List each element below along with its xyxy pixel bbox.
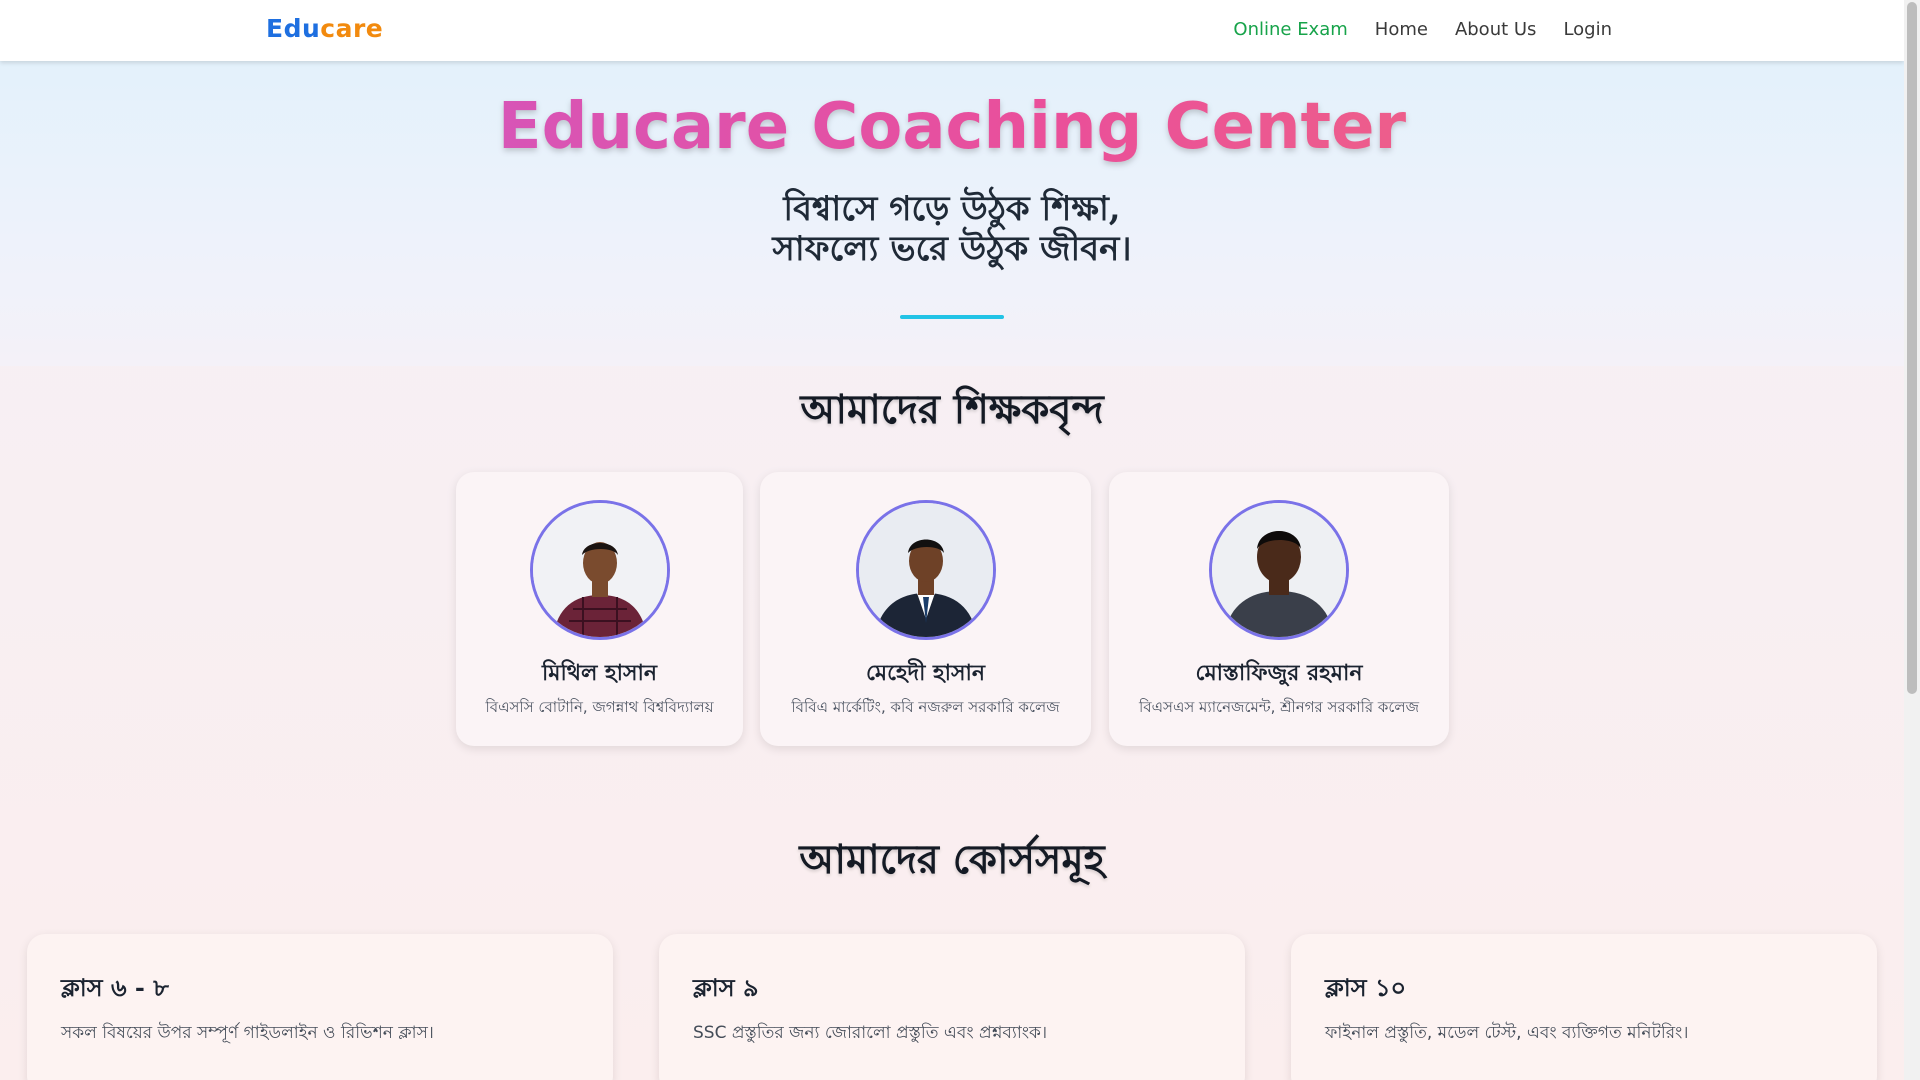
- course-desc: সকল বিষয়ের উপর সম্পূর্ণ গাইডলাইন ও রিভি…: [61, 1023, 434, 1043]
- teacher-photo-icon: [858, 503, 993, 637]
- nav-link-about-us[interactable]: About Us: [1455, 19, 1537, 40]
- nav-links: Online Exam Home About Us Login: [1233, 19, 1612, 40]
- courses-heading: আমাদের কোর্সসমূহ: [799, 836, 1105, 883]
- course-desc: ফাইনাল প্রস্তুতি, মডেল টেস্ট, এবং ব্যক্ত…: [1325, 1023, 1689, 1043]
- teacher-card: মোস্তাফিজুর রহমান বিএসএস ম্যানেজমেন্ট, শ…: [1109, 472, 1449, 746]
- course-title: ক্লাস ১০: [1325, 973, 1407, 1002]
- vertical-scrollbar[interactable]: [1904, 0, 1920, 1080]
- tagline-line-2: সাফল্যে ভরে উঠুক জীবন।: [772, 229, 1132, 269]
- course-card[interactable]: ক্লাস ৯ SSC প্রস্তুতির জন্য জোরালো প্রস্…: [659, 934, 1245, 1080]
- course-title: ক্লাস ৯: [693, 973, 759, 1002]
- scrollbar-thumb[interactable]: [1907, 2, 1917, 694]
- teacher-desc: বিবিএ মার্কেটিং, কবি নজরুল সরকারি কলেজ: [791, 698, 1060, 716]
- teacher-avatar: [1209, 500, 1349, 640]
- teacher-avatar: [855, 500, 996, 640]
- brand-part2: care: [320, 14, 384, 43]
- nav-link-login[interactable]: Login: [1563, 19, 1612, 40]
- brand-logo[interactable]: Educare: [266, 14, 383, 43]
- hero-divider: [900, 315, 1004, 319]
- teacher-card: মেহেদী হাসান বিবিএ মার্কেটিং, কবি নজরুল …: [760, 472, 1091, 746]
- hero-tagline: বিশ্বাসে গড়ে উঠুক শিক্ষা, সাফল্যে ভরে উ…: [0, 189, 1904, 269]
- teacher-desc: বিএসসি বোটানি, জগন্নাথ বিশ্ববিদ্যালয়: [485, 698, 714, 716]
- nav-link-online-exam[interactable]: Online Exam: [1233, 19, 1347, 40]
- teacher-photo-icon: [532, 503, 667, 637]
- teacher-name: মিথিল হাসান: [541, 660, 658, 686]
- teacher-desc: বিএসএস ম্যানেজমেন্ট, শ্রীনগর সরকারি কলেজ: [1138, 698, 1419, 716]
- teacher-name: মেহেদী হাসান: [865, 660, 986, 686]
- course-card[interactable]: ক্লাস ১০ ফাইনাল প্রস্তুতি, মডেল টেস্ট, এ…: [1291, 934, 1877, 1080]
- teacher-card: মিথিল হাসান বিএসসি বোটানি, জগন্নাথ বিশ্ব…: [456, 472, 743, 746]
- course-card[interactable]: ক্লাস ৬ - ৮ সকল বিষয়ের উপর সম্পূর্ণ গাই…: [27, 934, 613, 1080]
- teachers-heading: আমাদের শিক্ষকবৃন্দ: [800, 386, 1104, 433]
- navbar: Educare Online Exam Home About Us Login: [0, 0, 1904, 61]
- hero-title: Educare Coaching Center: [0, 89, 1904, 166]
- teacher-avatar: [529, 500, 670, 640]
- teacher-photo-icon: [1212, 503, 1346, 637]
- teacher-name: মোস্তাফিজুর রহমান: [1195, 660, 1363, 686]
- course-title: ক্লাস ৬ - ৮: [61, 973, 169, 1002]
- course-desc: SSC প্রস্তুতির জন্য জোরালো প্রস্তুতি এবং…: [693, 1023, 1048, 1043]
- nav-link-home[interactable]: Home: [1375, 19, 1428, 40]
- brand-part1: Edu: [266, 14, 321, 43]
- hero-section: Educare Coaching Center বিশ্বাসে গড়ে উঠ…: [0, 61, 1904, 366]
- tagline-line-1: বিশ্বাসে গড়ে উঠুক শিক্ষা,: [783, 189, 1121, 229]
- page: Educare Online Exam Home About Us Login …: [0, 0, 1904, 1080]
